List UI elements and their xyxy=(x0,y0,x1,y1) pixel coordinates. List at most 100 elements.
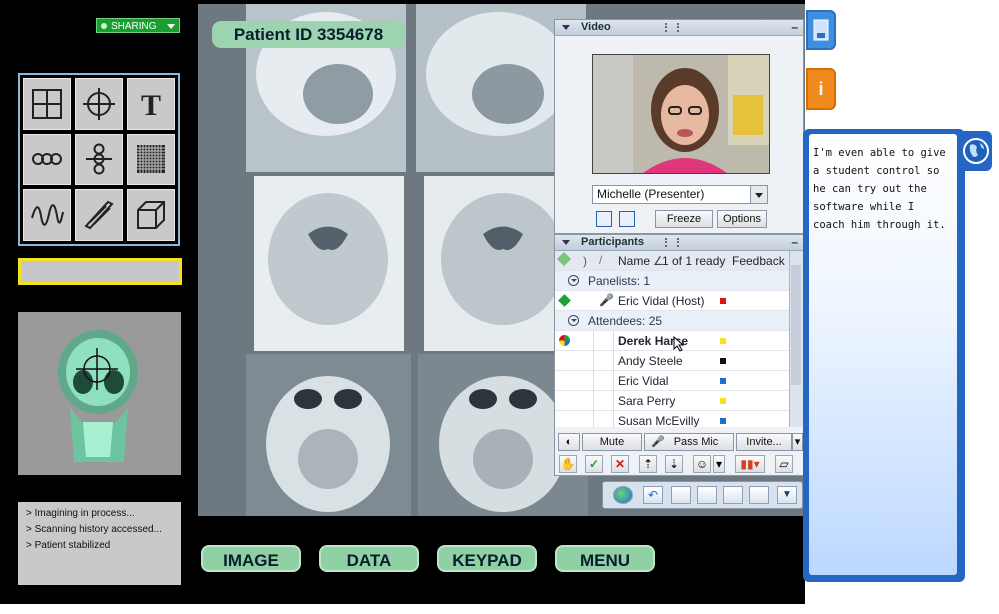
expand-toggle-icon[interactable] xyxy=(568,315,579,326)
keypad-button[interactable]: KEYPAD xyxy=(437,545,537,572)
log-line: > Scanning history accessed... xyxy=(26,524,162,535)
hand-column-icon[interactable]: ) xyxy=(583,254,587,268)
invite-button[interactable]: Invite... xyxy=(736,433,792,451)
chevron-down-icon[interactable]: ▾ xyxy=(713,455,725,473)
globe-tab[interactable] xyxy=(960,131,992,171)
mute-button[interactable]: Mute xyxy=(582,433,642,451)
table-row[interactable]: Susan McEvilly xyxy=(555,411,791,427)
notes-panel: I'm even able to give a student control … xyxy=(803,129,965,582)
hand-cell xyxy=(574,351,594,370)
globe-icon[interactable] xyxy=(613,486,633,504)
presenter-select-value: Michelle (Presenter) xyxy=(597,187,705,201)
chart-icon[interactable]: ▮▮▾ xyxy=(735,455,765,473)
rings-tool-button[interactable] xyxy=(23,133,71,186)
video-panel-title: Video xyxy=(581,21,611,33)
attendees-group-label: Attendees: 25 xyxy=(588,314,663,328)
image-button[interactable]: IMAGE xyxy=(201,545,301,572)
table-row[interactable]: 🎤 Eric Vidal (Host) xyxy=(555,291,791,311)
rings-icon xyxy=(32,153,62,166)
info-tab[interactable]: i xyxy=(806,68,836,110)
panelists-group-row[interactable]: Panelists: 1 xyxy=(555,271,791,291)
chevron-down-icon[interactable]: ▾ xyxy=(792,433,803,451)
mic-cell xyxy=(594,411,614,427)
half-circle-icon[interactable]: ◐ xyxy=(558,433,580,451)
emoticon-icon[interactable]: ☺ xyxy=(693,455,711,473)
text-tool-button[interactable]: T xyxy=(127,78,175,130)
grid-tool-button[interactable] xyxy=(23,78,71,130)
stack-tool-button[interactable] xyxy=(75,133,123,186)
options-button[interactable]: Options xyxy=(717,210,767,228)
table-row[interactable]: Eric Vidal xyxy=(555,371,791,391)
status-icon xyxy=(558,294,571,307)
poll-icon[interactable] xyxy=(671,486,691,504)
bar-chart-icon[interactable] xyxy=(749,486,769,504)
eraser-icon[interactable]: ▱ xyxy=(775,455,793,473)
participants-list: ) / Name ∠ 1 of 1 ready Feedback Panelis… xyxy=(555,251,791,427)
sharing-indicator[interactable]: SHARING xyxy=(96,18,180,33)
table-row[interactable]: Derek Harse xyxy=(555,331,791,352)
drag-handle-icon[interactable] xyxy=(665,238,679,247)
chat-icon[interactable] xyxy=(697,486,717,504)
scrollbar-thumb[interactable] xyxy=(791,265,801,385)
pass-mic-button[interactable]: 🎤 Pass Mic xyxy=(644,433,734,451)
frame-icon xyxy=(137,201,165,230)
notes-icon[interactable] xyxy=(723,486,743,504)
slow-down-icon[interactable]: ⇣ xyxy=(665,455,683,473)
wave-tool-button[interactable] xyxy=(23,189,71,241)
participants-panel-header[interactable]: Participants – xyxy=(555,235,803,251)
info-icon: i xyxy=(818,79,824,99)
ready-status: 1 of 1 ready xyxy=(662,254,726,268)
minimize-icon[interactable]: – xyxy=(791,235,798,250)
data-button[interactable]: DATA xyxy=(319,545,419,572)
multi-status-icon xyxy=(559,335,570,346)
table-row[interactable]: Andy Steele xyxy=(555,351,791,371)
table-row[interactable]: Sara Perry xyxy=(555,391,791,411)
hand-cell xyxy=(574,391,594,410)
tool-value-field[interactable] xyxy=(18,258,182,285)
participant-color xyxy=(720,398,726,404)
hand-cell xyxy=(574,331,594,350)
presenter-select[interactable]: Michelle (Presenter) xyxy=(592,185,768,204)
collapse-icon[interactable] xyxy=(562,240,570,245)
notes-text: I'm even able to give a student control … xyxy=(813,147,946,231)
collapse-icon[interactable] xyxy=(562,25,570,30)
fullscreen-icon[interactable] xyxy=(596,211,612,227)
frame-tool-button[interactable] xyxy=(127,189,175,241)
video-panel-header[interactable]: Video – xyxy=(555,20,803,36)
name-column-header[interactable]: Name xyxy=(618,254,650,268)
hand-cell xyxy=(574,371,594,390)
attendees-group-row[interactable]: Attendees: 25 xyxy=(555,311,791,331)
crosshair-tool-button[interactable] xyxy=(75,78,123,130)
pop-out-icon[interactable] xyxy=(619,211,635,227)
freeze-button[interactable]: Freeze xyxy=(655,210,713,228)
mic-icon: 🎤 xyxy=(599,293,614,307)
log-line: > Imagining in process... xyxy=(26,508,135,519)
participant-name: Eric Vidal xyxy=(618,374,669,388)
minimize-icon[interactable]: – xyxy=(791,20,798,35)
mesh-grid-icon xyxy=(137,145,165,174)
presenter-video xyxy=(592,54,770,174)
raise-hand-icon[interactable]: ✋ xyxy=(559,455,577,473)
participant-color xyxy=(720,358,726,364)
chevron-down-icon[interactable]: ▼ xyxy=(777,486,797,504)
feedback-column-header[interactable]: Feedback xyxy=(732,254,785,268)
participants-scrollbar[interactable] xyxy=(789,251,803,427)
menu-button[interactable]: MENU xyxy=(555,545,655,572)
mic-column-icon[interactable]: / xyxy=(599,253,602,267)
hatch-tool-button[interactable] xyxy=(75,189,123,241)
save-tab[interactable] xyxy=(806,10,836,50)
text-icon: T xyxy=(141,89,161,121)
expand-toggle-icon[interactable] xyxy=(568,275,579,286)
check-icon[interactable]: ✓ xyxy=(585,455,603,473)
mic-cell xyxy=(594,391,614,410)
mesh-tool-button[interactable] xyxy=(127,133,175,186)
speed-up-icon[interactable]: ⇡ xyxy=(639,455,657,473)
webinar-app: SHARING T > Imagining in process... > Sc… xyxy=(0,0,805,604)
status-column-icon[interactable] xyxy=(556,251,572,267)
undo-icon[interactable]: ↶ xyxy=(643,486,663,504)
close-icon[interactable]: ✕ xyxy=(611,455,629,473)
chevron-down-icon[interactable] xyxy=(750,186,767,203)
chevron-down-icon xyxy=(167,24,175,29)
mic-cell xyxy=(594,351,614,370)
drag-handle-icon[interactable] xyxy=(665,23,679,32)
